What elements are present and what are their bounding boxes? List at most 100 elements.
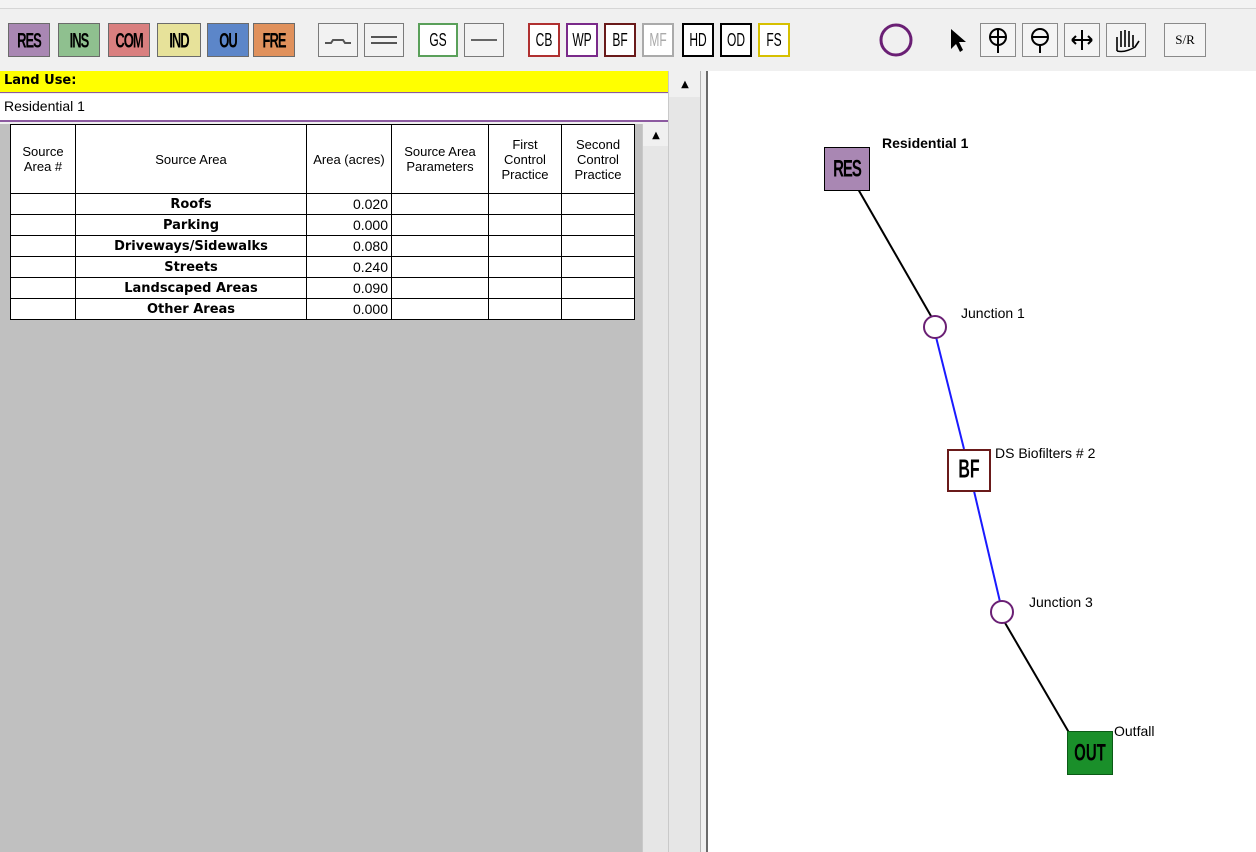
cell-source-area-num[interactable] [10, 277, 76, 299]
cell-source-area-num[interactable] [10, 256, 76, 278]
cell-parameters[interactable] [391, 277, 489, 299]
junction3-icon[interactable] [990, 600, 1014, 624]
table-row[interactable]: Parking 0.000 [10, 214, 635, 236]
land-use-com-button[interactable]: COM [108, 23, 150, 57]
cell-area[interactable]: 0.000 [306, 298, 392, 320]
zoom-out-icon [1031, 28, 1049, 53]
channel-icon [325, 39, 351, 44]
cell-second-control[interactable] [561, 298, 635, 320]
control-bf-button[interactable]: BF [604, 23, 636, 57]
cell-parameters[interactable] [391, 193, 489, 215]
cell-source-area[interactable]: Roofs [75, 193, 307, 215]
hand-button[interactable] [1106, 23, 1146, 57]
outfall-node[interactable]: OUT [1067, 731, 1113, 775]
cell-source-area[interactable]: Landscaped Areas [75, 277, 307, 299]
control-node-label: DS Biofilters # 2 [995, 445, 1096, 461]
junction-button[interactable] [874, 23, 918, 57]
table-row[interactable]: Driveways/Sidewalks 0.080 [10, 235, 635, 257]
toolbar: RES INS COM IND OU FRE GS CB WP BF MF HD… [0, 9, 1256, 71]
panel-scrollbar[interactable]: ▲ [668, 71, 701, 852]
link-res-to-junction1[interactable] [857, 188, 936, 324]
cell-second-control[interactable] [561, 214, 635, 236]
control-fs-button[interactable]: FS [758, 23, 790, 57]
cell-area[interactable]: 0.090 [306, 277, 392, 299]
cell-parameters[interactable] [391, 256, 489, 278]
cell-first-control[interactable] [488, 235, 562, 257]
pan-button[interactable] [1064, 23, 1100, 57]
cell-second-control[interactable] [561, 235, 635, 257]
panel-scroll-track[interactable] [669, 97, 701, 852]
table-scrollbar[interactable]: ▲ [642, 124, 669, 852]
table-row[interactable]: Other Areas 0.000 [10, 298, 635, 320]
cell-area[interactable]: 0.000 [306, 214, 392, 236]
network-canvas[interactable]: RES Residential 1 Junction 1 BF DS Biofi… [708, 71, 1256, 852]
cell-source-area[interactable]: Other Areas [75, 298, 307, 320]
table-header-row: Source Area # Source Area Area (acres) S… [10, 124, 635, 194]
cell-first-control[interactable] [488, 256, 562, 278]
ditch-button[interactable] [464, 23, 504, 57]
land-use-name-field[interactable]: Residential 1 [0, 94, 668, 122]
cell-first-control[interactable] [488, 193, 562, 215]
panel-scroll-up-icon[interactable]: ▲ [669, 75, 701, 93]
cell-source-area-num[interactable] [10, 214, 76, 236]
cell-area[interactable]: 0.020 [306, 193, 392, 215]
pointer-icon [951, 29, 966, 52]
land-use-node-res[interactable]: RES [824, 147, 870, 191]
junction1-label: Junction 1 [961, 305, 1025, 321]
col-header-source-area: Source Area [75, 124, 307, 194]
cell-first-control[interactable] [488, 298, 562, 320]
cell-second-control[interactable] [561, 277, 635, 299]
pane-splitter[interactable] [700, 71, 708, 852]
control-wp-button[interactable]: WP [566, 23, 598, 57]
cell-source-area-num[interactable] [10, 235, 76, 257]
link-junction1-to-bf[interactable] [934, 332, 965, 450]
cell-parameters[interactable] [391, 214, 489, 236]
table-scroll-track[interactable] [643, 146, 669, 852]
cell-first-control[interactable] [488, 277, 562, 299]
table-row[interactable]: Roofs 0.020 [10, 193, 635, 215]
col-header-area: Area (acres) [306, 124, 392, 194]
pan-icon [1071, 30, 1093, 50]
control-hd-button[interactable]: HD [682, 23, 714, 57]
cell-second-control[interactable] [561, 256, 635, 278]
control-od-button[interactable]: OD [720, 23, 752, 57]
land-use-ins-button[interactable]: INS [58, 23, 100, 57]
cell-area[interactable]: 0.240 [306, 256, 392, 278]
channel-button[interactable] [318, 23, 358, 57]
cell-parameters[interactable] [391, 235, 489, 257]
land-use-node-label: Residential 1 [882, 135, 969, 151]
land-use-res-button[interactable]: RES [8, 23, 50, 57]
cell-first-control[interactable] [488, 214, 562, 236]
cell-source-area[interactable]: Streets [75, 256, 307, 278]
control-node-bf[interactable]: BF [947, 449, 991, 492]
cell-source-area[interactable]: Driveways/Sidewalks [75, 235, 307, 257]
col-header-parameters: Source Area Parameters [391, 124, 489, 194]
source-area-grid-background: Source Area # Source Area Area (acres) S… [0, 124, 642, 852]
cell-parameters[interactable] [391, 298, 489, 320]
cell-source-area-num[interactable] [10, 193, 76, 215]
junction-icon [879, 23, 913, 57]
junction3-label: Junction 3 [1029, 594, 1093, 610]
cell-second-control[interactable] [561, 193, 635, 215]
table-scroll-up-icon[interactable]: ▲ [643, 126, 669, 144]
link-junction3-to-outfall[interactable] [1000, 615, 1079, 749]
sr-button[interactable]: S/R [1164, 23, 1206, 57]
control-cb-button[interactable]: CB [528, 23, 560, 57]
cell-source-area-num[interactable] [10, 298, 76, 320]
link-bf-to-junction3[interactable] [973, 490, 1002, 607]
pointer-button[interactable] [940, 23, 974, 57]
grass-swale-button[interactable]: GS [418, 23, 458, 57]
zoom-out-button[interactable] [1022, 23, 1058, 57]
col-header-second-control: Second Control Practice [561, 124, 635, 194]
land-use-ind-button[interactable]: IND [157, 23, 201, 57]
land-use-fre-button[interactable]: FRE [253, 23, 295, 57]
junction1-icon[interactable] [923, 315, 947, 339]
cell-source-area[interactable]: Parking [75, 214, 307, 236]
table-row[interactable]: Streets 0.240 [10, 256, 635, 278]
pipe-button[interactable] [364, 23, 404, 57]
land-use-ou-button[interactable]: OU [207, 23, 249, 57]
zoom-in-icon [989, 28, 1007, 53]
table-row[interactable]: Landscaped Areas 0.090 [10, 277, 635, 299]
zoom-in-button[interactable] [980, 23, 1016, 57]
cell-area[interactable]: 0.080 [306, 235, 392, 257]
